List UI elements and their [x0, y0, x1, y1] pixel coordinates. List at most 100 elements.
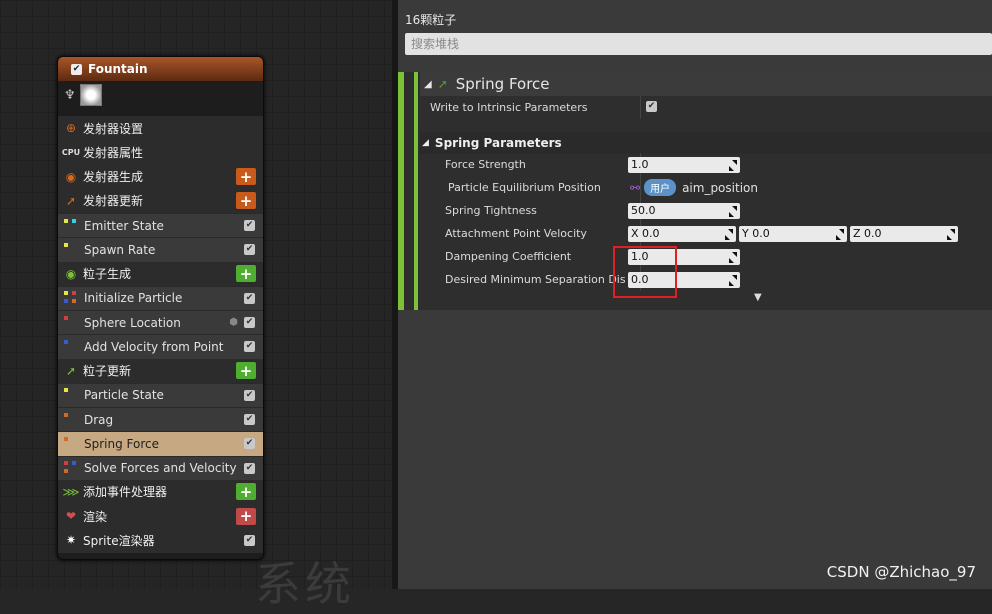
stack-row-label: Particle State: [84, 388, 164, 403]
search-stack-input[interactable]: [405, 33, 992, 55]
field-arrow-icon: [950, 228, 955, 234]
stack-module-row[interactable]: Initialize Particle ✔: [58, 285, 263, 310]
field-value: Z 0.0: [853, 227, 882, 240]
usage-dot: [72, 291, 76, 296]
stack-stage-row[interactable]: ⋙ 添加事件处理器 +: [58, 479, 263, 504]
param-label: Dampening Coefficient: [445, 250, 572, 263]
field-arrow-icon: [732, 159, 737, 165]
usage-dot: [64, 218, 68, 223]
stack-module-row[interactable]: Spring Force ✔: [58, 431, 263, 456]
module-usage-dots-icon: [64, 218, 78, 233]
stack-module-row[interactable]: Add Velocity from Point ✔: [58, 334, 263, 359]
param-label: Force Strength: [445, 158, 526, 171]
sprite-renderer-icon: ✷: [65, 533, 77, 548]
module-enable-checkbox[interactable]: ✔: [244, 534, 255, 546]
stack-stage-row[interactable]: ◉ 粒子生成 +: [58, 261, 263, 286]
add-module-button[interactable]: +: [236, 507, 256, 525]
module-enable-checkbox[interactable]: ✔: [244, 389, 255, 401]
stack-module-row[interactable]: Spawn Rate ✔: [58, 237, 263, 262]
spring-parameters-section[interactable]: ◢ Spring Parameters: [420, 132, 992, 154]
binding-value: aim_position: [682, 180, 758, 195]
usage-dot: [72, 218, 76, 223]
add-module-button[interactable]: +: [236, 192, 256, 210]
emitter-enable-checkbox[interactable]: ✔: [71, 63, 82, 75]
stack-stage-row[interactable]: ◉ 发射器生成 +: [58, 164, 263, 189]
param-label: Attachment Point Velocity: [445, 227, 587, 240]
stack-stage-row[interactable]: CPU 发射器属性: [58, 140, 263, 165]
show-advanced-arrow-icon[interactable]: ▼: [754, 292, 762, 303]
param-min-separation: Desired Minimum Separation Dista 0.0: [420, 268, 992, 291]
write-intrinsic-checkbox[interactable]: ✔: [646, 101, 657, 112]
stack-row-label: Add Velocity from Point: [84, 339, 224, 354]
module-enable-checkbox[interactable]: ✔: [244, 317, 255, 329]
module-usage-dots-icon: [64, 315, 78, 330]
column-divider: [640, 96, 641, 119]
module-usage-dots-icon: [64, 436, 78, 451]
stack-row-label: Emitter State: [84, 218, 164, 233]
stack-row-label: Sprite渲染器: [83, 533, 155, 548]
emitter-thumbnail[interactable]: [79, 84, 102, 106]
user-badge: 用户: [644, 179, 677, 196]
field-arrow-icon: [729, 165, 734, 171]
module-enable-checkbox[interactable]: ✔: [244, 292, 255, 304]
stack-row-label: 发射器属性: [83, 145, 144, 160]
module-enable-checkbox[interactable]: ✔: [244, 341, 255, 353]
node-graph[interactable]: 系统 ✔ Fountain ♆ ⊕ 发射器设置 CPU 发射器属性 ◉ 发射器生成 + ➚ 发射…: [0, 0, 392, 611]
module-usage-dots-icon: [64, 291, 78, 305]
emitter-spawn-icon: ◉: [65, 169, 77, 184]
module-enable-checkbox[interactable]: ✔: [244, 220, 255, 232]
param-label: Desired Minimum Separation Dista: [445, 273, 625, 286]
stack-row-label: Initialize Particle: [84, 291, 183, 306]
attach-y-field[interactable]: Y 0.0: [739, 225, 847, 242]
field-arrow-icon: [947, 234, 952, 240]
module-header[interactable]: ◢ ➚ Spring Force: [420, 72, 992, 96]
attach-z-field[interactable]: Z 0.0: [850, 225, 958, 242]
stack-module-row[interactable]: Drag ✔: [58, 407, 263, 432]
field-arrow-icon: [732, 251, 737, 257]
module-enable-checkbox[interactable]: ✔: [244, 438, 255, 450]
section-triangle-icon[interactable]: ◢: [422, 138, 429, 148]
param-write-intrinsic: Write to Intrinsic Parameters ✔: [420, 96, 992, 119]
equilibrium-binding[interactable]: ⚯ 用户 aim_position: [630, 179, 758, 196]
section-title: Spring Parameters: [434, 136, 562, 150]
module-usage-dots-icon: [64, 388, 78, 402]
link-icon: ⚯: [630, 180, 641, 195]
update-arrow-icon: ➚: [437, 77, 448, 91]
field-value: 1.0: [631, 158, 649, 171]
search-stack-box[interactable]: [405, 33, 992, 55]
stack-row-label: 粒子更新: [83, 364, 132, 379]
add-module-button[interactable]: +: [236, 362, 256, 380]
usage-dot: [64, 469, 68, 474]
graph-background-text: 系统: [255, 557, 355, 611]
field-arrow-icon: [839, 228, 844, 234]
stack-row-label: 渲染: [83, 509, 108, 524]
highlight-annotation: [613, 246, 677, 298]
field-arrow-icon: [729, 280, 734, 286]
particle-update-icon: ➚: [65, 363, 77, 378]
add-module-button[interactable]: +: [236, 483, 256, 501]
usage-dot: [64, 339, 68, 344]
stack-module-row[interactable]: Solve Forces and Velocity ✔: [58, 455, 263, 480]
module-usage-dots-icon: [64, 242, 78, 257]
module-enable-checkbox[interactable]: ✔: [244, 414, 255, 426]
module-enable-checkbox[interactable]: ✔: [244, 244, 255, 256]
stack-stage-row[interactable]: ⊕ 发射器设置: [58, 116, 263, 141]
module-enable-checkbox[interactable]: ✔: [244, 462, 255, 474]
emitter-node-header[interactable]: ✔ Fountain: [58, 57, 263, 81]
emitter-node[interactable]: ✔ Fountain ♆ ⊕ 发射器设置 CPU 发射器属性 ◉ 发射器生成 + ➚ 发射器更新…: [57, 56, 264, 560]
stack-stage-row[interactable]: ➚ 发射器更新 +: [58, 188, 263, 213]
add-module-button[interactable]: +: [236, 265, 256, 283]
collapse-triangle-icon[interactable]: ◢: [424, 79, 432, 90]
stack-stage-row[interactable]: ❤ 渲染 +: [58, 504, 263, 529]
stack-stage-row[interactable]: ➚ 粒子更新 +: [58, 358, 263, 383]
shape-icon: ⬢: [229, 317, 238, 329]
spring-tightness-field[interactable]: 50.0: [628, 202, 740, 219]
stack-module-row[interactable]: Emitter State ✔: [58, 213, 263, 238]
attach-x-field[interactable]: X 0.0: [628, 225, 736, 242]
stack-stage-row[interactable]: ✷ Sprite渲染器 ✔: [58, 528, 263, 553]
stack-module-row[interactable]: Sphere Location ⬢ ✔: [58, 310, 263, 335]
add-module-button[interactable]: +: [236, 168, 256, 186]
force-strength-field[interactable]: 1.0: [628, 156, 740, 173]
field-arrow-icon: [729, 257, 734, 263]
stack-module-row[interactable]: Particle State ✔: [58, 382, 263, 407]
